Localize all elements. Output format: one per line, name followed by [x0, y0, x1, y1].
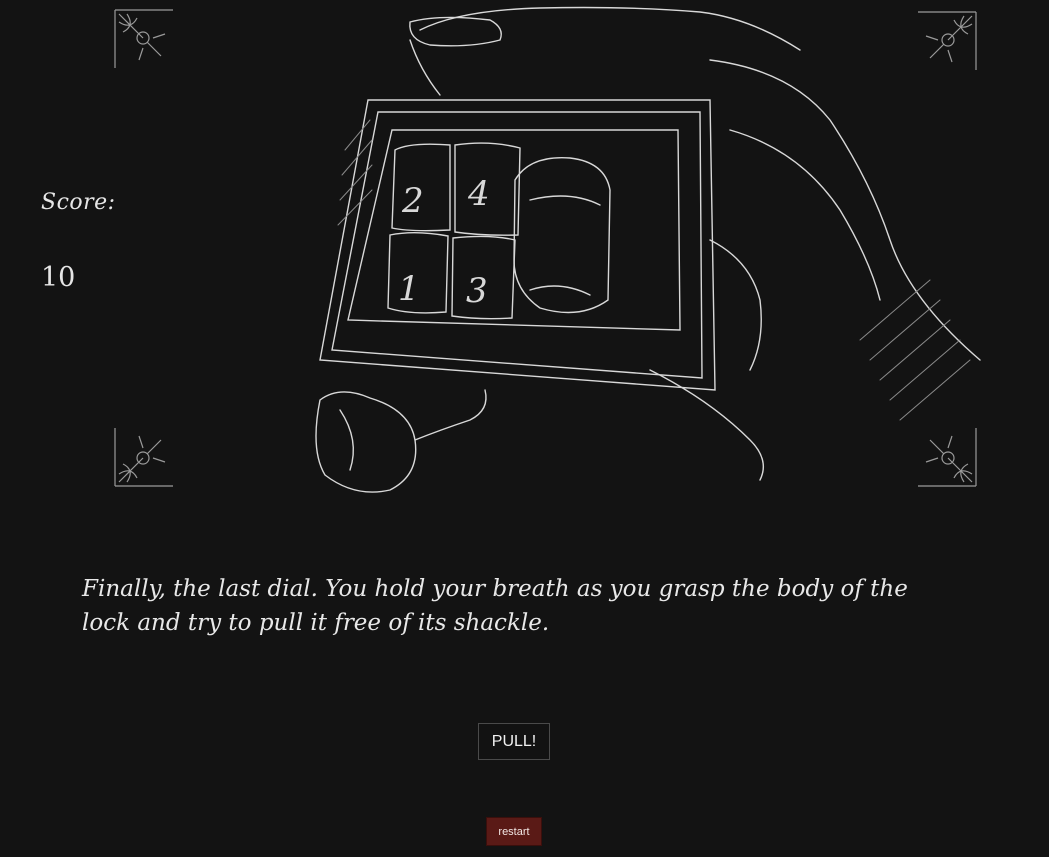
story-text: Finally, the last dial. You hold your br… — [82, 576, 908, 636]
dial-digit-bottom-2: 3 — [466, 271, 488, 311]
game-page: Score: 10 2 4 1 3 Finally, the last dial… — [0, 0, 1049, 857]
restart-button[interactable]: restart — [486, 817, 542, 846]
pull-button[interactable]: PULL! — [478, 723, 550, 760]
score-value: 10 — [41, 262, 76, 293]
score-label: Score: — [41, 190, 116, 215]
dial-digit-bottom-1: 1 — [398, 269, 420, 309]
lock-illustration: 2 4 1 3 — [315, 6, 981, 493]
dial-digit-top-1: 2 — [401, 181, 424, 221]
dial-digit-top-2: 4 — [467, 174, 490, 214]
